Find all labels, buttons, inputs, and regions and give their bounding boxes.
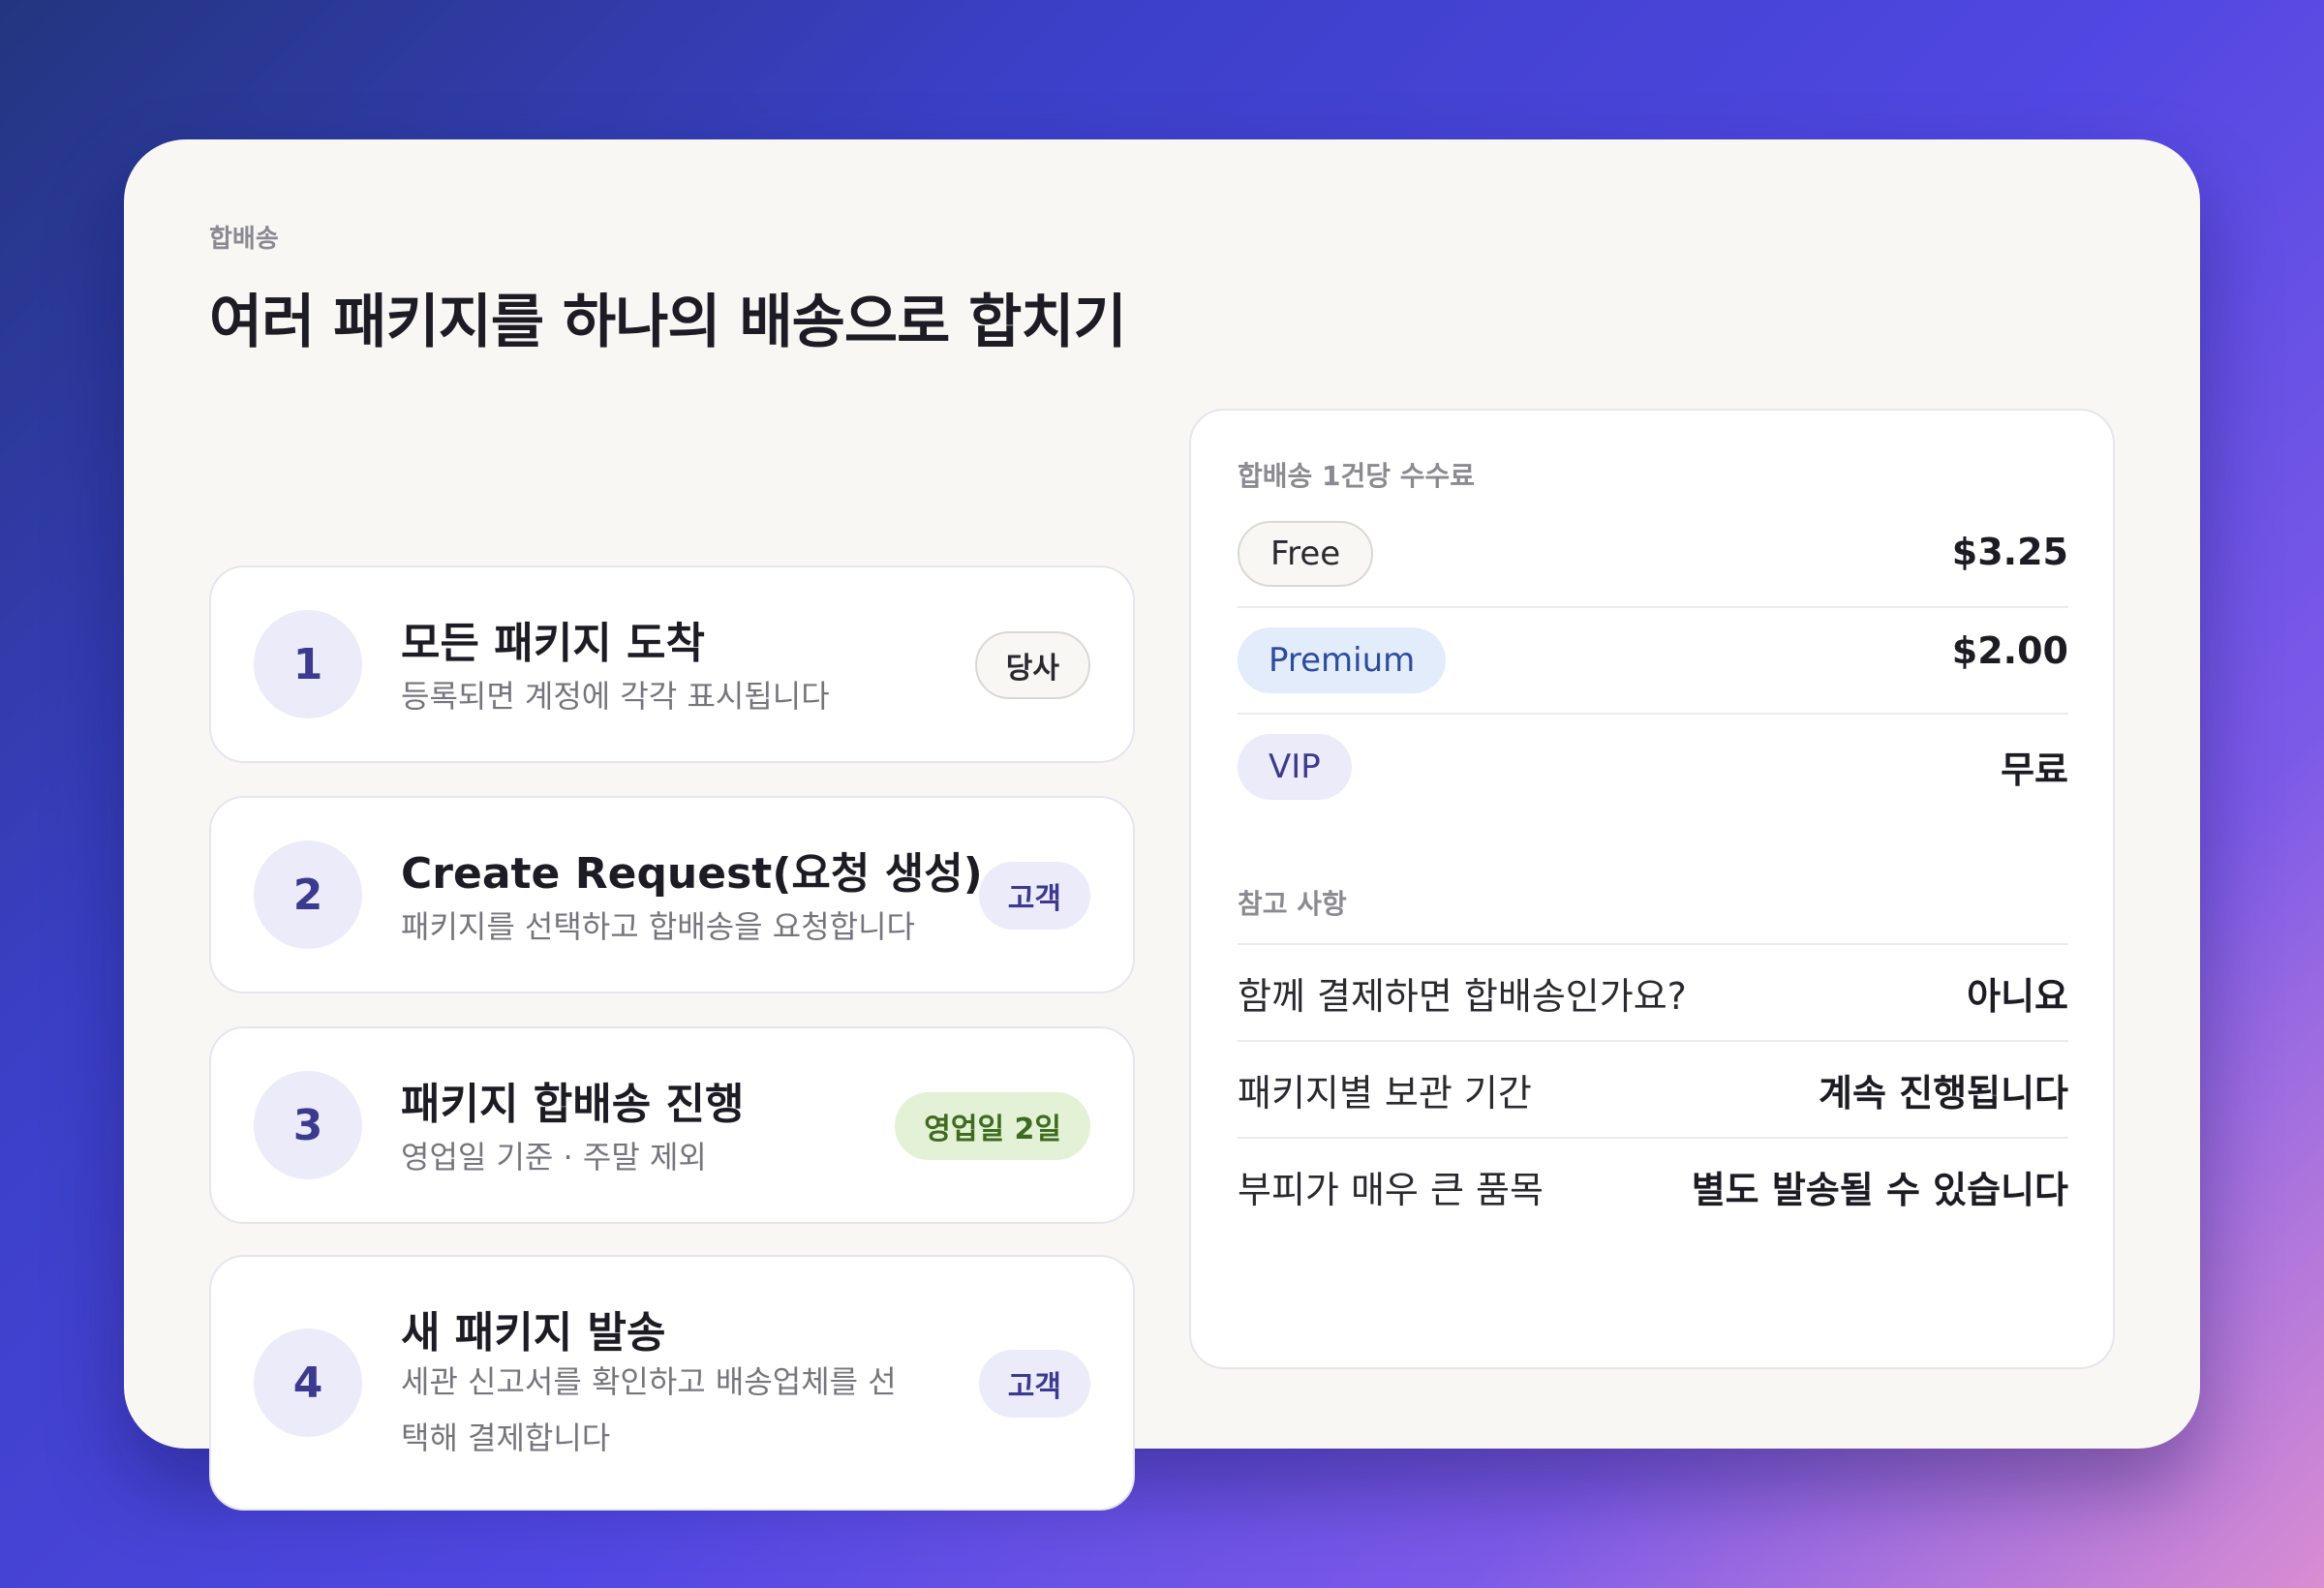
fee-row-free: Free $3.25: [1238, 502, 2068, 608]
note-answer-1: 아니요: [1967, 974, 2068, 1018]
step-title-1: 모든 패키지 도착: [401, 619, 705, 668]
tier-badge-premium: Premium: [1238, 627, 1447, 693]
notes-label: 참고 사항: [1238, 888, 1347, 920]
consolidation-card: 합배송 여러 패키지를 하나의 배송으로 합치기 1 모든 패키지 도착 등록되…: [124, 139, 2200, 1511]
tier-badge-free: Free: [1238, 521, 1374, 587]
step-badge-2: 고객: [978, 862, 1090, 930]
note-row-2: 패키지별 보관 기간 계속 진행됩니다: [1238, 1040, 2068, 1137]
note-question-2: 패키지별 보관 기간: [1238, 1071, 1532, 1115]
fee-value-free: $3.25: [1951, 531, 2068, 573]
step-description-4: 세관 신고서를 확인하고 배송업체를 선택해 결제합니다: [401, 1363, 897, 1456]
tier-badge-vip: VIP: [1238, 734, 1352, 800]
fees-panel: 합배송 1건당 수수료 Free $3.25 Premium $2.00 VIP…: [1189, 409, 2115, 1369]
step-description-1: 등록되면 계정에 각각 표시됩니다: [401, 678, 830, 715]
note-question-3: 부피가 매우 큰 품목: [1238, 1168, 1544, 1211]
fee-value-premium: $2.00: [1951, 629, 2068, 672]
step-badge-4: 고객: [978, 1350, 1090, 1418]
fees-label: 합배송 1건당 수수료: [1238, 460, 1476, 492]
section-eyebrow: 합배송: [209, 225, 279, 254]
step-card-4: 4 새 패키지 발송 세관 신고서를 확인하고 배송업체를 선택해 결제합니다 …: [209, 1255, 1135, 1511]
step-number-2: 2: [254, 840, 362, 949]
step-number-4: 4: [254, 1328, 362, 1437]
page-title: 여러 패키지를 하나의 배송으로 합치기: [209, 289, 1127, 356]
step-card-2: 2 Create Request(요청 생성) 패키지를 선택하고 합배송을 요…: [209, 796, 1135, 993]
fee-row-vip: VIP 무료: [1238, 715, 2068, 821]
note-row-3: 부피가 매우 큰 품목 별도 발송될 수 있습니다: [1238, 1137, 2068, 1234]
step-card-1: 1 모든 패키지 도착 등록되면 계정에 각각 표시됩니다 당사: [209, 565, 1135, 763]
note-question-1: 함께 결제하면 합배송인가요?: [1238, 974, 1687, 1018]
note-answer-3: 별도 발송될 수 있습니다: [1691, 1168, 2068, 1211]
step-title-2: Create Request(요청 생성): [401, 849, 983, 899]
step-number-1: 1: [254, 610, 362, 718]
fee-value-vip: 무료: [2001, 748, 2068, 791]
step-number-3: 3: [254, 1071, 362, 1179]
step-badge-1: 당사: [974, 631, 1090, 699]
step-title-4: 새 패키지 발송: [401, 1308, 666, 1358]
step-description-3: 영업일 기준 · 주말 제외: [401, 1139, 707, 1176]
note-answer-2: 계속 진행됩니다: [1819, 1071, 2068, 1115]
step-badge-3: 영업일 2일: [895, 1092, 1090, 1160]
step-card-3: 3 패키지 합배송 진행 영업일 기준 · 주말 제외 영업일 2일: [209, 1026, 1135, 1224]
fee-row-premium: Premium $2.00: [1238, 608, 2068, 715]
note-row-1: 함께 결제하면 합배송인가요? 아니요: [1238, 943, 2068, 1040]
step-description-2: 패키지를 선택하고 합배송을 요청합니다: [401, 908, 915, 945]
step-title-3: 패키지 합배송 진행: [401, 1080, 745, 1129]
